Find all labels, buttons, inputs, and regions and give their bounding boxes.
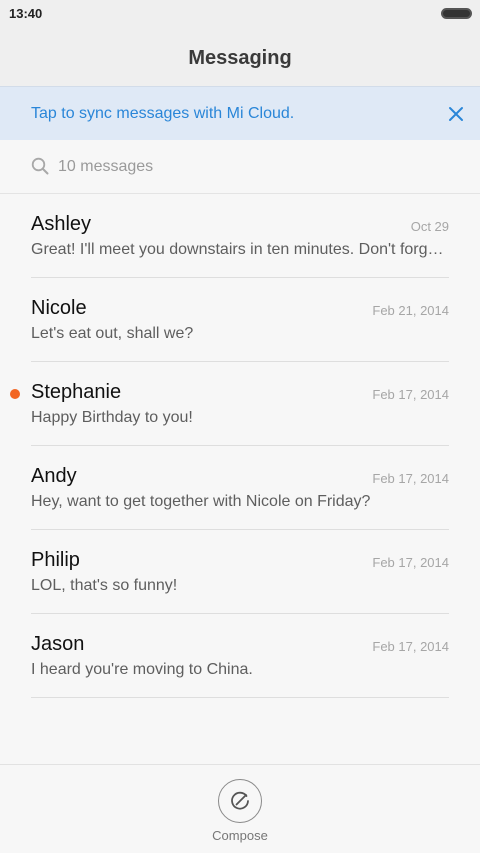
message-item-philip[interactable]: Philip Feb 17, 2014 LOL, that's so funny… xyxy=(0,530,480,614)
message-item-ashley[interactable]: Ashley Oct 29 Great! I'll meet you downs… xyxy=(0,194,480,278)
compose-icon xyxy=(231,791,249,810)
contact-name: Nicole xyxy=(31,297,87,319)
unread-dot-icon xyxy=(10,389,20,399)
sync-banner[interactable]: Tap to sync messages with Mi Cloud. xyxy=(0,86,480,140)
message-preview: I heard you're moving to China. xyxy=(31,661,253,678)
message-item-andy[interactable]: Andy Feb 17, 2014 Hey, want to get toget… xyxy=(0,446,480,530)
divider xyxy=(31,697,449,698)
status-time: 13:40 xyxy=(9,6,43,21)
message-preview: Hey, want to get together with Nicole on… xyxy=(31,493,371,510)
message-date: Feb 17, 2014 xyxy=(372,555,449,570)
message-date: Feb 21, 2014 xyxy=(372,303,449,318)
messaging-screen: 13:40 Messaging Tap to sync messages wit… xyxy=(0,0,480,853)
contact-name: Andy xyxy=(31,465,77,487)
message-date: Feb 17, 2014 xyxy=(372,639,449,654)
message-item-jason[interactable]: Jason Feb 17, 2014 I heard you're moving… xyxy=(0,614,480,698)
message-date: Feb 17, 2014 xyxy=(372,387,449,402)
message-item-stephanie[interactable]: Stephanie Feb 17, 2014 Happy Birthday to… xyxy=(0,362,480,446)
bottom-bar: Compose xyxy=(0,764,480,853)
compose-button[interactable] xyxy=(218,779,262,823)
search-icon xyxy=(31,157,49,175)
page-title: Messaging xyxy=(188,47,292,69)
message-preview: Great! I'll meet you downstairs in ten m… xyxy=(31,241,449,258)
title-bar: Messaging xyxy=(0,28,480,86)
compose-label[interactable]: Compose xyxy=(0,828,480,843)
status-bar: 13:40 xyxy=(0,0,480,28)
message-preview: Let's eat out, shall we? xyxy=(31,325,194,342)
contact-name: Stephanie xyxy=(31,381,122,403)
contact-name: Philip xyxy=(31,549,80,571)
contact-name: Ashley xyxy=(31,213,92,235)
message-preview: Happy Birthday to you! xyxy=(31,409,193,426)
close-icon[interactable] xyxy=(446,104,466,124)
message-date: Oct 29 xyxy=(410,219,449,234)
sync-banner-text[interactable]: Tap to sync messages with Mi Cloud. xyxy=(31,105,294,123)
search-input[interactable]: 10 messages xyxy=(58,158,153,176)
message-date: Feb 17, 2014 xyxy=(372,471,449,486)
message-preview: LOL, that's so funny! xyxy=(31,577,178,594)
contact-name: Jason xyxy=(31,633,85,655)
message-item-nicole[interactable]: Nicole Feb 21, 2014 Let's eat out, shall… xyxy=(0,278,480,362)
message-list: Ashley Oct 29 Great! I'll meet you downs… xyxy=(0,194,480,698)
battery-icon xyxy=(441,8,472,19)
search-bar[interactable]: 10 messages xyxy=(0,140,480,194)
